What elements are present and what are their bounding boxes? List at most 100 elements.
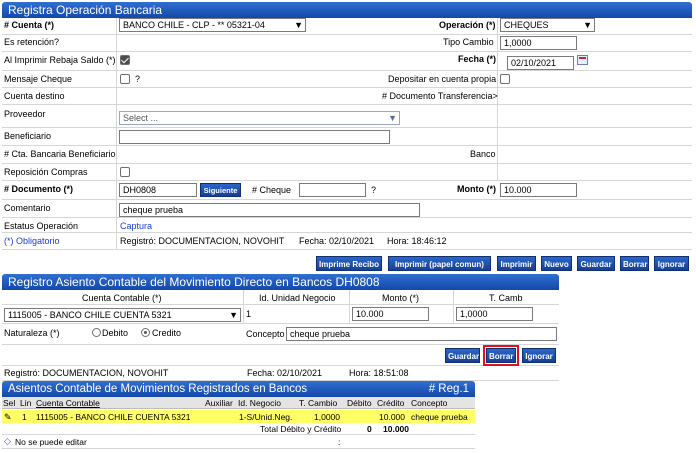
imprimir-papel-comun-button[interactable]: Imprimir (papel comun) (388, 256, 491, 271)
operacion-select[interactable]: CHEQUES ▼ (500, 18, 595, 32)
calendar-icon[interactable] (577, 55, 588, 65)
row-lin: 1 (22, 412, 27, 422)
col-monto: Monto (*) (382, 293, 420, 303)
chevron-down-icon: ▼ (294, 20, 303, 30)
col-cuenta[interactable]: Cuenta Contable (36, 397, 100, 409)
chevron-down-icon: ▼ (388, 113, 397, 123)
footer-note: No se puede editar (15, 437, 87, 447)
reg-count: # Reg.1 (428, 383, 469, 395)
tipo-cambio-input[interactable]: 1,0000 (500, 36, 577, 50)
asiento-registro-text: Registró: DOCUMENTACION, NOVOHIT (4, 368, 169, 378)
pencil-icon[interactable]: ✎ (4, 411, 12, 423)
col-lin: Lin (20, 398, 32, 408)
col-id-unidad: Id. Unidad Negocio (259, 293, 336, 303)
debito-radio[interactable] (92, 328, 101, 337)
fecha-label: Fecha (*) (458, 54, 497, 64)
section2-header: Registro Asiento Contable del Movimiento… (2, 274, 559, 290)
section2-title: Registro Asiento Contable del Movimiento… (8, 275, 380, 289)
documento-input[interactable]: DH0808 (119, 183, 197, 197)
cuenta-label: # Cuenta (*) (4, 20, 55, 30)
estatus-value: Captura (120, 221, 153, 231)
siguiente-button[interactable]: Siguiente (200, 183, 241, 197)
operacion-label: Operación (*) (439, 20, 496, 30)
row-concepto: cheque prueba (411, 412, 468, 422)
asiento-cuenta-value: 1115005 - BANCO CHILE CUENTA 5321 (8, 310, 172, 320)
documento-label: # Documento (*) (4, 184, 74, 194)
hora-text: Hora: 18:46:12 (387, 236, 447, 246)
concepto-input[interactable]: cheque prueba (286, 327, 557, 341)
cheque-label: # Cheque (252, 185, 292, 195)
cuenta-select[interactable]: BANCO CHILE - CLP - ** 05321-04 ▼ (119, 18, 306, 32)
obligatorio-note: (*) Obligatorio (4, 236, 60, 246)
depositar-label: Depositar en cuenta propia (388, 74, 497, 84)
credito-radio[interactable] (141, 328, 150, 337)
section1-header: Registra Operación Bancaria (2, 2, 692, 18)
asiento-hora-text: Hora: 18:51:08 (349, 368, 409, 378)
asiento-tcamb-input[interactable]: 1,0000 (456, 307, 533, 321)
registro-text: Registró: DOCUMENTACION, NOVOHIT (120, 236, 285, 246)
rebaja-saldo-label: Al Imprimir Rebaja Saldo (*) (4, 55, 116, 65)
row-tcambio: 1,0000 (314, 412, 340, 422)
debito-label: Debito (102, 328, 129, 338)
col-tcamb: T. Camb (489, 293, 523, 303)
col-credito: Crédito (377, 398, 405, 408)
proveedor-select[interactable]: Select ... ▼ (119, 111, 400, 125)
asiento-guardar-button[interactable]: Guardar (445, 348, 480, 363)
tipo-cambio-label: Tipo Cambio (443, 37, 494, 47)
fecha-input[interactable]: 02/10/2021 (507, 56, 574, 70)
reposicion-label: Reposición Compras (4, 167, 88, 177)
row-cuenta: 1115005 - BANCO CHILE CUENTA 5321 (36, 412, 191, 422)
imprimir-button[interactable]: Imprimir (497, 256, 536, 271)
cuenta-select-value: BANCO CHILE - CLP - ** 05321-04 (123, 20, 265, 30)
cheque-input[interactable] (299, 183, 366, 197)
asiento-borrar-button[interactable]: Borrar (483, 345, 519, 366)
beneficiario-input[interactable] (119, 130, 390, 144)
row-id-negocio: 1-S/Unid.Neg. (239, 412, 293, 422)
reposicion-checkbox[interactable] (120, 167, 130, 177)
asiento-monto-input[interactable]: 10.000 (352, 307, 429, 321)
ignorar-button[interactable]: Ignorar (654, 256, 689, 271)
estatus-label: Estatus Operación (4, 221, 79, 231)
mensaje-cheque-checkbox[interactable] (120, 74, 130, 84)
asiento-ignorar-button[interactable]: Ignorar (522, 348, 556, 363)
concepto-label: Concepto (246, 329, 285, 339)
proveedor-placeholder: Select ... (123, 113, 159, 123)
operacion-select-value: CHEQUES (504, 20, 549, 30)
mensaje-cheque-label: Mensaje Cheque (4, 74, 73, 84)
col-sel: Sel (3, 398, 16, 408)
section1-title: Registra Operación Bancaria (8, 3, 163, 17)
section3-title: Asientos Contable de Movimientos Registr… (8, 383, 308, 395)
monto-label: Monto (*) (457, 184, 496, 194)
asiento-fecha-text: Fecha: 02/10/2021 (247, 368, 323, 378)
monto-input[interactable]: 10.000 (500, 183, 577, 197)
chevron-down-icon: ▼ (229, 310, 238, 320)
banco-label: Banco (470, 149, 496, 159)
rebaja-saldo-checkbox[interactable] (120, 55, 130, 65)
diamond-icon: ◇ (4, 436, 11, 446)
imprime-recibo-button[interactable]: Imprime Recibo (316, 256, 382, 271)
col-concepto: Concepto (411, 398, 448, 408)
es-retencion-label: Es retención? (4, 37, 60, 47)
nuevo-button[interactable]: Nuevo (541, 256, 572, 271)
naturaleza-label: Naturaleza (*) (4, 328, 60, 338)
col-tcambio: T. Cambio (299, 398, 338, 408)
fecha-registro-text: Fecha: 02/10/2021 (299, 236, 375, 246)
asiento-cuenta-select[interactable]: 1115005 - BANCO CHILE CUENTA 5321 ▼ (4, 308, 241, 322)
chevron-down-icon: ▼ (583, 20, 592, 30)
help-question-mark: ? (371, 185, 377, 195)
id-unidad-value: 1 (246, 309, 252, 319)
col-cuenta-contable: Cuenta Contable (*) (82, 293, 162, 303)
col-auxiliar: Auxiliar (205, 398, 233, 408)
guardar-button[interactable]: Guardar (577, 256, 615, 271)
cta-beneficiario-label: # Cta. Bancaria Beneficiario (4, 149, 116, 159)
borrar-button[interactable]: Borrar (620, 256, 649, 271)
help-question-mark: ? (135, 74, 141, 84)
cuenta-destino-label: Cuenta destino (4, 91, 65, 101)
footer-sep: : (338, 437, 341, 447)
comentario-label: Comentario (4, 203, 51, 213)
proveedor-label: Proveedor (4, 109, 46, 119)
comentario-input[interactable]: cheque prueba (119, 203, 420, 217)
credito-label: Credito (152, 328, 182, 338)
col-debito: Débito (347, 398, 372, 408)
depositar-checkbox[interactable] (500, 74, 510, 84)
